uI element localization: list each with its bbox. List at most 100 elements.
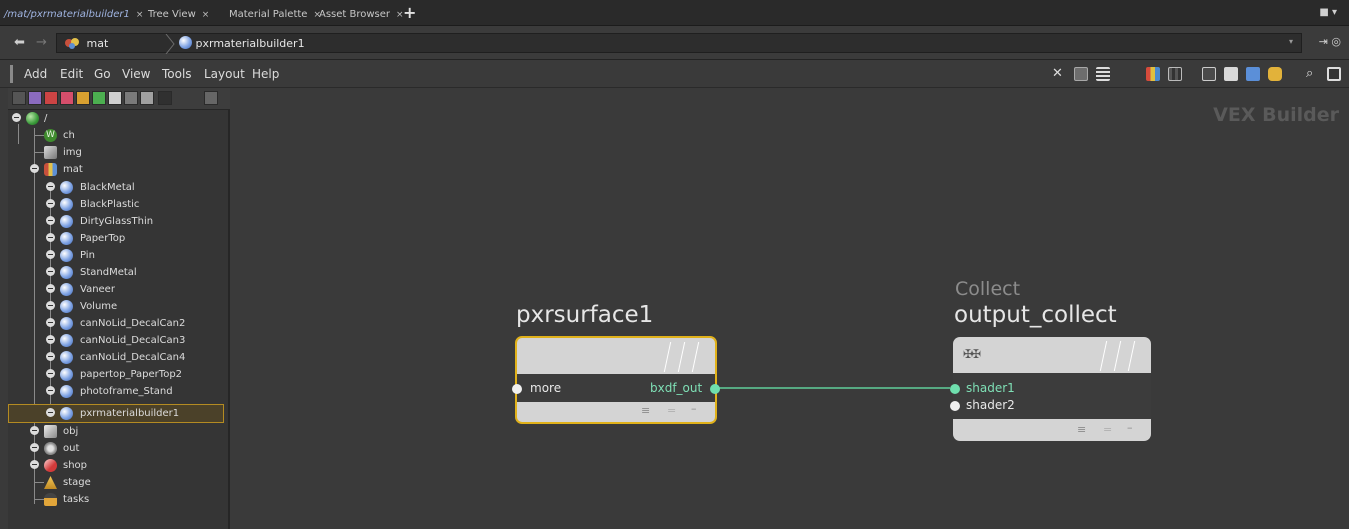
input-port-dot[interactable] [950, 401, 960, 411]
back-arrow-icon[interactable]: ⬅ [14, 35, 25, 50]
breadcrumb-pxrmaterialbuilder1[interactable]: pxrmaterialbuilder1 [179, 36, 305, 52]
expand-icon[interactable] [46, 216, 55, 225]
menu-layout[interactable]: Layout [204, 67, 245, 81]
menu-view[interactable]: View [122, 67, 150, 81]
tree-toolbar-button[interactable] [44, 91, 58, 105]
tools-icon[interactable]: ✕ [1052, 67, 1066, 81]
tree-row[interactable]: W ch [8, 127, 230, 144]
tree-row[interactable]: shop [8, 457, 230, 474]
node-name-pxrsurface1[interactable]: pxrsurface1 [516, 302, 653, 328]
tree-row[interactable]: img [8, 144, 230, 161]
tree-layout-icon[interactable] [1074, 67, 1088, 81]
node-menu-icon[interactable]: ≡ [641, 404, 650, 417]
pin-icon[interactable]: ⇥ ◎ [1319, 35, 1341, 48]
tree-row[interactable]: BlackMetal [8, 179, 230, 196]
expand-icon[interactable] [46, 182, 55, 191]
expand-icon[interactable] [46, 267, 55, 276]
add-tab-button[interactable]: + [403, 3, 416, 22]
input-port-dot[interactable] [950, 384, 960, 394]
frame-view-icon[interactable] [1327, 67, 1341, 81]
tree-row[interactable]: StandMetal [8, 264, 230, 281]
tree-row[interactable]: canNoLid_DecalCan2 [8, 315, 230, 332]
menu-go[interactable]: Go [94, 67, 111, 81]
tree-row[interactable]: obj [8, 423, 230, 440]
expand-icon[interactable] [46, 408, 55, 417]
network-editor[interactable]: VEX Builder pxrsurface1 ≡ = – more bxdf_… [232, 88, 1349, 529]
node-name-output-collect[interactable]: output_collect [954, 302, 1117, 328]
node-pxrsurface1[interactable]: ≡ = – [515, 336, 717, 424]
collapse-icon[interactable] [30, 164, 39, 173]
tree-row[interactable]: DirtyGlassThin [8, 213, 230, 230]
sticky-note-icon[interactable] [1224, 67, 1238, 81]
close-icon[interactable]: × [136, 10, 144, 20]
color-palette-icon[interactable] [1146, 67, 1160, 81]
tree-toolbar-button[interactable] [12, 91, 26, 105]
tree-row[interactable]: mat [8, 161, 230, 178]
tree-toolbar-button[interactable] [60, 91, 74, 105]
path-field[interactable]: mat pxrmaterialbuilder1 ▾ [56, 33, 1302, 54]
menu-tools[interactable]: Tools [162, 67, 192, 81]
tree-row[interactable]: photoframe_Stand [8, 383, 230, 400]
expand-icon[interactable] [46, 199, 55, 208]
connection-wire[interactable] [232, 88, 1349, 529]
expand-icon[interactable] [46, 250, 55, 259]
node-menu-icon[interactable]: = [1103, 423, 1112, 436]
grid-icon[interactable] [1168, 67, 1182, 81]
tree-toolbar-button[interactable] [108, 91, 122, 105]
tree-toolbar-button[interactable] [76, 91, 90, 105]
tree-row[interactable]: canNoLid_DecalCan4 [8, 349, 230, 366]
input-port-dot[interactable] [512, 384, 522, 394]
list-view-icon[interactable] [1096, 67, 1110, 81]
node-menu-icon[interactable]: = [667, 404, 676, 417]
tree-toolbar-button[interactable] [124, 91, 138, 105]
search-icon[interactable]: ⌕ [1306, 67, 1320, 81]
collapse-icon[interactable] [12, 113, 21, 122]
output-port-dot[interactable] [710, 384, 720, 394]
expand-icon[interactable] [30, 460, 39, 469]
path-history-dropdown[interactable]: ▾ [1289, 37, 1293, 46]
tab-tree-view[interactable]: Tree View × [148, 6, 209, 24]
tree-row[interactable]: out [8, 440, 230, 457]
tree-row[interactable]: papertop_PaperTop2 [8, 366, 230, 383]
tree-row[interactable]: Volume [8, 298, 230, 315]
menu-add[interactable]: Add [24, 67, 47, 81]
tree-toolbar-button[interactable] [28, 91, 42, 105]
dot-icon[interactable] [1268, 67, 1282, 81]
expand-icon[interactable] [46, 369, 55, 378]
tree-row[interactable]: canNoLid_DecalCan3 [8, 332, 230, 349]
menu-edit[interactable]: Edit [60, 67, 83, 81]
tree-row-selected[interactable]: pxrmaterialbuilder1 [8, 404, 224, 423]
forward-arrow-icon[interactable]: → [36, 35, 47, 50]
expand-icon[interactable] [46, 284, 55, 293]
tree-options-button[interactable] [204, 91, 218, 105]
image-icon[interactable] [1246, 67, 1260, 81]
close-icon[interactable]: × [202, 10, 210, 20]
tree-row[interactable]: BlackPlastic [8, 196, 230, 213]
menu-help[interactable]: Help [252, 67, 279, 81]
expand-icon[interactable] [30, 443, 39, 452]
expand-icon[interactable] [46, 233, 55, 242]
network-box-icon[interactable] [1202, 67, 1216, 81]
tree-row[interactable]: Pin [8, 247, 230, 264]
tree-row[interactable]: Vaneer [8, 281, 230, 298]
pane-menu-button[interactable]: ■ ▾ [1319, 7, 1337, 18]
tab-asset-browser[interactable]: Asset Browser × [319, 6, 404, 24]
tree-toolbar-button[interactable] [140, 91, 154, 105]
tree-toolbar-button[interactable] [92, 91, 106, 105]
tab-network-view[interactable]: /mat/pxrmaterialbuilder1 × [4, 6, 143, 24]
node-menu-icon[interactable]: ≡ [1077, 423, 1086, 436]
tab-material-palette[interactable]: Material Palette × [229, 6, 321, 24]
node-menu-icon[interactable]: – [1127, 421, 1133, 434]
tree-row[interactable]: / [8, 110, 230, 127]
tree-toolbar-button[interactable] [158, 91, 172, 105]
breadcrumb-mat[interactable]: mat [63, 36, 108, 52]
expand-icon[interactable] [30, 426, 39, 435]
expand-icon[interactable] [46, 318, 55, 327]
expand-icon[interactable] [46, 386, 55, 395]
expand-icon[interactable] [46, 335, 55, 344]
expand-icon[interactable] [46, 352, 55, 361]
tree-row[interactable]: stage [8, 474, 230, 491]
node-menu-icon[interactable]: – [691, 402, 697, 415]
tree-row[interactable]: tasks [8, 491, 230, 508]
tree-row[interactable]: PaperTop [8, 230, 230, 247]
